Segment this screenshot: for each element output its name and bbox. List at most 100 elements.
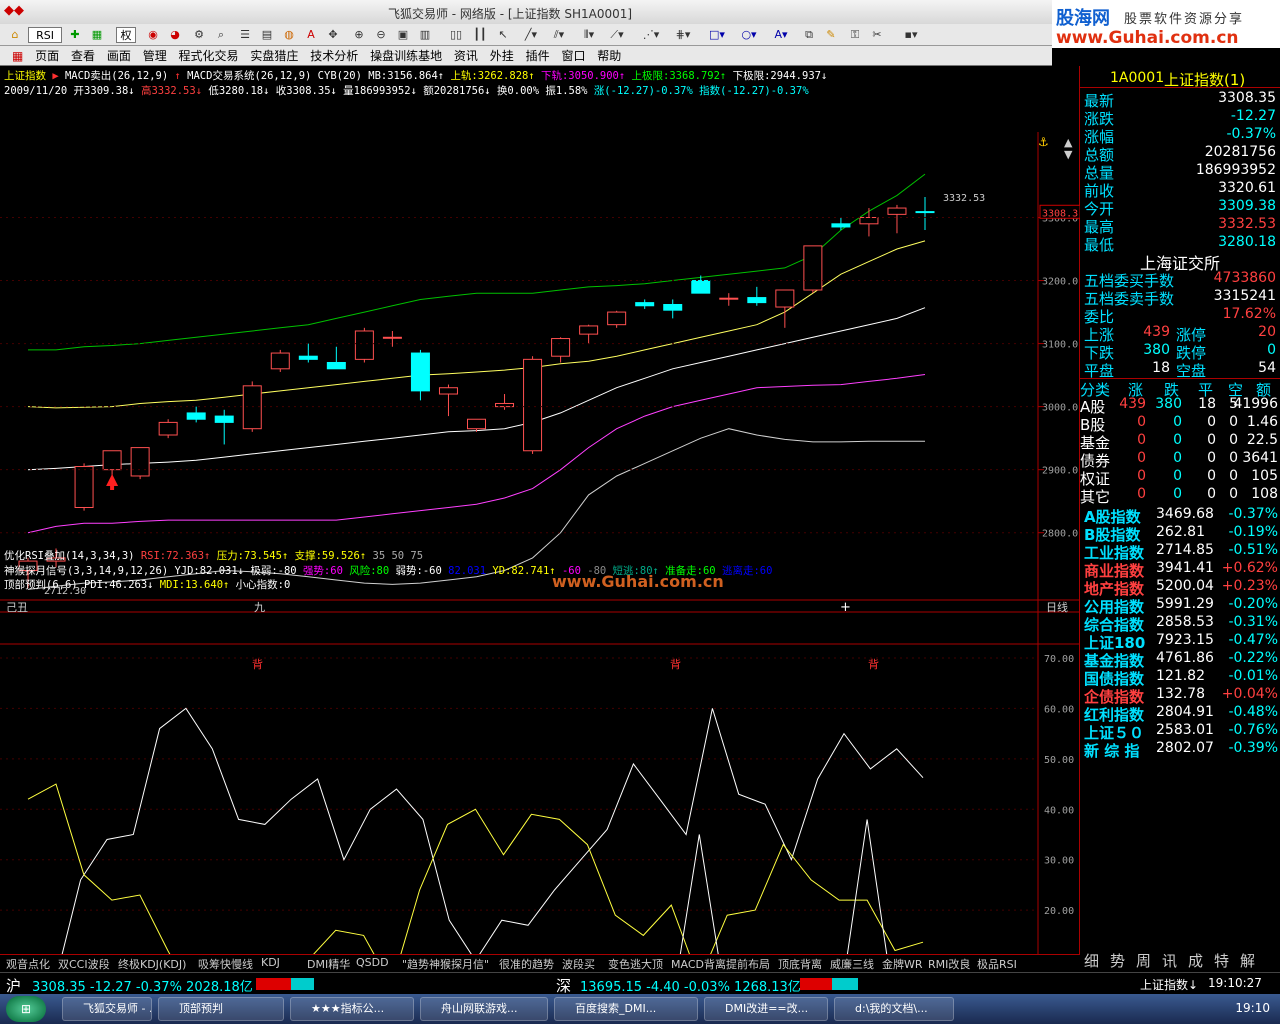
indicator-tab[interactable]: 观音点化 [6, 956, 50, 972]
side-tab[interactable]: 势 [1110, 950, 1125, 971]
indicator-tab[interactable]: KDJ [261, 956, 280, 969]
menu-item[interactable]: 帮助 [597, 46, 621, 66]
menu-app-icon[interactable]: ▦ [12, 46, 23, 66]
zoom-in-icon[interactable]: ⊕ [350, 27, 368, 43]
menu-item[interactable]: 实盘猎庄 [250, 46, 298, 66]
lock-icon[interactable]: ⚿ [846, 27, 864, 43]
menu-item[interactable]: 资讯 [454, 46, 478, 66]
side-tab[interactable]: 周 [1136, 950, 1151, 971]
pie-icon[interactable]: ◕ [166, 27, 184, 43]
index-row[interactable]: 国债指数 121.82 -0.01% [1080, 668, 1280, 688]
indicator-tab[interactable]: 顶底背离 [778, 956, 822, 972]
home-icon[interactable]: ⌂ [6, 27, 24, 43]
list-icon[interactable]: ☰ [236, 27, 254, 43]
index-row[interactable]: 基金指数 4761.86 -0.22% [1080, 650, 1280, 670]
cursor-icon[interactable]: ↖ [494, 27, 512, 43]
record-icon[interactable]: ◉ [144, 27, 162, 43]
indicator-tab[interactable]: 双CCI波段 [58, 956, 110, 972]
parallel-tool-icon[interactable]: ⫽▾ [548, 27, 570, 43]
indicator-tab[interactable]: DMI精华 [307, 956, 350, 972]
bars-icon[interactable]: ┃┃ [470, 27, 490, 43]
menu-item[interactable]: 操盘训练基地 [370, 46, 442, 66]
indicator-tab[interactable]: RMI改良 [928, 956, 970, 972]
taskbar-item[interactable]: 舟山网联游戏... [420, 997, 548, 1021]
quan-button[interactable]: 权 [116, 27, 136, 43]
taskbar-item[interactable]: ★★★指标公... [290, 997, 414, 1021]
gear-icon[interactable]: ⚙ [190, 27, 208, 43]
indicator-tab[interactable]: 威廉三线 [830, 956, 874, 972]
menu-item[interactable]: 插件 [526, 46, 550, 66]
side-tab[interactable]: 成 [1188, 950, 1203, 971]
pin-icon[interactable]: ✂ [868, 27, 886, 43]
index-row[interactable]: 工业指数 2714.85 -0.51% [1080, 542, 1280, 562]
indicator-tab[interactable]: 金牌WR [882, 956, 923, 972]
grid-icon[interactable]: ▤ [258, 27, 276, 43]
menu-item[interactable]: 画面 [107, 46, 131, 66]
lock-icon[interactable]: ⚓ [1038, 135, 1049, 149]
menu-item[interactable]: 外挂 [490, 46, 514, 66]
text-tool-icon[interactable]: A▾ [770, 27, 792, 43]
index-row[interactable]: 商业指数 3941.41 +0.62% [1080, 560, 1280, 580]
tile-icon[interactable]: ▥ [416, 27, 434, 43]
globe-icon[interactable]: ◍ [280, 27, 298, 43]
chart-area[interactable]: 上证指数 ▶ MACD卖出(26,12,9) ↑ MACD交易系统(26,12,… [0, 66, 1080, 954]
menu-item[interactable]: 程式化交易 [179, 46, 239, 66]
menu-item[interactable]: 技术分析 [310, 46, 358, 66]
menu-item[interactable]: 查看 [71, 46, 95, 66]
menu-item[interactable]: 窗口 [561, 46, 585, 66]
index-row[interactable]: 公用指数 5991.29 -0.20% [1080, 596, 1280, 616]
indicator-tab[interactable]: 终极KDJ(KDJ) [118, 956, 186, 972]
pan-icon[interactable]: ✥ [324, 27, 342, 43]
index-row[interactable]: 新 综 指 2802.07 -0.39% [1080, 740, 1280, 760]
side-tab[interactable]: 细 [1084, 950, 1099, 971]
fan-tool-icon[interactable]: ⟋▾ [606, 27, 628, 43]
period-label[interactable]: 日线 [1046, 600, 1068, 614]
taskbar-item[interactable]: d:\我的文档\... [834, 997, 954, 1021]
index-row[interactable]: 上证５０ 2583.01 -0.76% [1080, 722, 1280, 742]
candlestick-chart[interactable]: 3300.03200.03100.03000.02900.02800.03308… [0, 66, 1080, 954]
rect-tool-icon[interactable]: □▾ [706, 27, 728, 43]
taskbar-item[interactable]: DMI改进==改... [704, 997, 828, 1021]
zoom-out-icon[interactable]: ⊖ [372, 27, 390, 43]
eraser-icon[interactable]: ✎ [822, 27, 840, 43]
index-row[interactable]: B股指数 262.81 -0.19% [1080, 524, 1280, 544]
side-tab[interactable]: 特 [1214, 950, 1229, 971]
grid-tool-icon[interactable]: ⋕▾ [672, 27, 694, 43]
status-stock[interactable]: 上证指数↓ [1140, 976, 1198, 993]
a-icon[interactable]: A [302, 27, 320, 43]
plus-icon[interactable]: ✚ [66, 27, 84, 43]
taskbar-item[interactable]: 顶部预判 [158, 997, 284, 1021]
index-row[interactable]: 企债指数 132.78 +0.04% [1080, 686, 1280, 706]
menu-item[interactable]: 页面 [35, 46, 59, 66]
index-row[interactable]: 地产指数 5200.04 +0.23% [1080, 578, 1280, 598]
bar-tool-icon[interactable]: ⦀▾ [578, 27, 600, 43]
indicator-tab[interactable]: 变色逃大顶 [608, 956, 663, 972]
period-icon[interactable]: ▯▯ [446, 27, 466, 43]
indicator-tab[interactable]: MACD背离 [671, 956, 726, 972]
indicator-tab[interactable]: 极品RSI [977, 956, 1017, 972]
search-icon[interactable]: ⌕ [212, 27, 230, 43]
channel-tool-icon[interactable]: ⋰▾ [640, 27, 662, 43]
menu-item[interactable]: 管理 [143, 46, 167, 66]
start-button[interactable]: ⊞ [6, 996, 46, 1022]
ellipse-tool-icon[interactable]: ○▾ [738, 27, 760, 43]
arrow-down-icon[interactable]: ▼ [1064, 148, 1073, 161]
index-row[interactable]: 综合指数 2858.53 -0.31% [1080, 614, 1280, 634]
indicator-tab[interactable]: 提前布局 [726, 956, 770, 972]
indicator-tab[interactable]: 波段买 [562, 956, 595, 972]
side-tab[interactable]: 解 [1240, 950, 1255, 971]
save-icon[interactable]: ▪▾ [900, 27, 922, 43]
indicator-tab[interactable]: 吸筹快慢线 [198, 956, 253, 972]
index-row[interactable]: A股指数 3469.68 -0.37% [1080, 506, 1280, 526]
rsi-icon[interactable]: RSI [28, 27, 62, 43]
indicator-tab[interactable]: "趋势神猴探月信" [402, 956, 489, 972]
taskbar-item[interactable]: 百度搜索_DMI... [554, 997, 698, 1021]
side-tab[interactable]: 讯 [1162, 950, 1177, 971]
window-icon[interactable]: ▣ [394, 27, 412, 43]
copy-icon[interactable]: ⧉ [800, 27, 818, 43]
index-row[interactable]: 上证180 7923.15 -0.47% [1080, 632, 1280, 652]
indicator-tab[interactable]: QSDD [356, 956, 389, 969]
taskbar-item[interactable]: 飞狐交易师 - ... [62, 997, 152, 1021]
line-tool-icon[interactable]: ╱▾ [520, 27, 542, 43]
chart-icon[interactable]: ▦ [88, 27, 106, 43]
